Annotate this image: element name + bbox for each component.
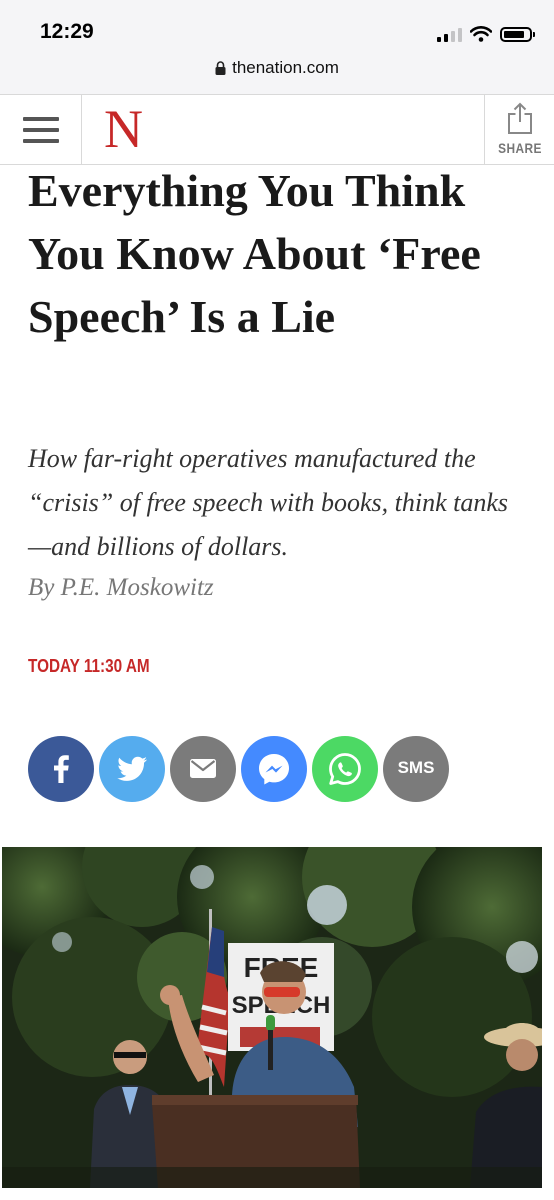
hero-photo[interactable]: FREE SPEECH (2, 847, 542, 1188)
messenger-share-button[interactable] (241, 736, 307, 802)
facebook-share-button[interactable] (28, 736, 94, 802)
site-header: N SHARE (0, 94, 554, 165)
share-button[interactable]: SHARE (484, 95, 554, 164)
share-label: SHARE (498, 140, 542, 156)
menu-button[interactable] (0, 95, 82, 164)
hero-photo-illustration: FREE SPEECH (2, 847, 542, 1188)
facebook-icon (54, 755, 69, 783)
url-text: thenation.com (232, 58, 339, 77)
clock: 12:29 (40, 20, 94, 43)
sms-share-button[interactable]: SMS (383, 736, 449, 802)
envelope-icon (190, 759, 216, 778)
whatsapp-share-button[interactable] (312, 736, 378, 802)
status-bar: 12:29 thenation.com (0, 0, 554, 94)
sms-label: SMS (397, 758, 435, 777)
wifi-icon (470, 26, 492, 42)
whatsapp-icon (329, 753, 361, 785)
cellular-signal-icon (437, 26, 462, 42)
messenger-icon (259, 754, 289, 785)
article-headline: Everything You Think You Know About ‘Fre… (28, 165, 481, 342)
battery-icon (500, 26, 535, 42)
lock-icon (215, 61, 226, 75)
address-bar[interactable]: thenation.com (0, 58, 554, 78)
article-dek: How far-right operatives manufactured th… (28, 444, 508, 561)
article-dateline: TODAY 11:30 AM (28, 656, 150, 676)
article-byline[interactable]: By P.E. Moskowitz (28, 574, 214, 602)
twitter-icon (117, 756, 147, 781)
system-icons (437, 22, 535, 46)
site-logo[interactable]: N (104, 101, 143, 157)
twitter-share-button[interactable] (99, 736, 165, 802)
email-share-button[interactable] (170, 736, 236, 802)
share-icon (508, 102, 532, 134)
